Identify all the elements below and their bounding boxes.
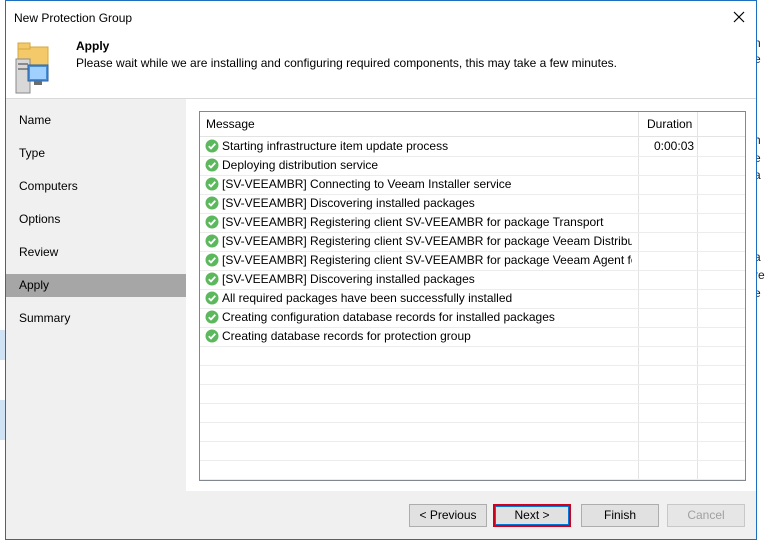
step-type[interactable]: Type [6,142,186,165]
wizard-body: Name Type Computers Options Review Apply… [6,98,756,492]
next-button[interactable]: Next > [493,504,571,527]
window-title: New Protection Group [14,11,133,25]
step-apply[interactable]: Apply [6,274,186,297]
row-message: [SV-VEEAMBR] Registering client SV-VEEAM… [222,234,632,248]
protection-group-icon [14,41,50,94]
row-message: Deploying distribution service [222,158,379,172]
table-row[interactable]: [SV-VEEAMBR] Registering client SV-VEEAM… [200,213,745,233]
wizard-footer: < Previous Next > Finish Cancel [6,491,756,539]
table-row[interactable]: [SV-VEEAMBR] Discovering installed packa… [200,194,745,214]
success-check-icon [205,253,219,267]
table-row[interactable]: Deploying distribution service [200,156,745,176]
empty-row [200,441,745,461]
row-duration: 0:00:03 [654,139,695,153]
row-message: Creating database records for protection… [222,329,471,343]
close-button[interactable] [724,5,754,31]
wizard-window: New Protection Group Apply Please wait w… [5,0,757,540]
step-review[interactable]: Review [6,241,186,264]
table-row[interactable]: [SV-VEEAMBR] Discovering installed packa… [200,270,745,290]
page-title: Apply [76,39,110,53]
table-row[interactable]: [SV-VEEAMBR] Registering client SV-VEEAM… [200,232,745,252]
page-description: Please wait while we are installing and … [76,56,617,70]
success-check-icon [205,196,219,210]
success-check-icon [205,234,219,248]
close-icon [733,11,745,23]
column-header-message[interactable]: Message [206,117,255,131]
table-row[interactable]: Creating configuration database records … [200,308,745,328]
empty-row [200,422,745,442]
table-row[interactable]: All required packages have been successf… [200,289,745,309]
row-message: All required packages have been successf… [222,291,513,305]
row-message: Starting infrastructure item update proc… [222,139,449,153]
success-check-icon [205,291,219,305]
row-message: [SV-VEEAMBR] Registering client SV-VEEAM… [222,253,632,267]
table-row[interactable]: [SV-VEEAMBR] Registering client SV-VEEAM… [200,251,745,271]
table-row[interactable]: Creating database records for protection… [200,327,745,347]
steps-sidebar: Name Type Computers Options Review Apply… [6,99,186,492]
progress-log-table[interactable]: Message Duration Starting infrastructure… [199,111,746,481]
success-check-icon [205,158,219,172]
row-message: [SV-VEEAMBR] Discovering installed packa… [222,272,475,286]
success-check-icon [205,272,219,286]
step-name[interactable]: Name [6,109,186,132]
column-header-duration[interactable]: Duration [647,117,692,131]
row-message: [SV-VEEAMBR] Registering client SV-VEEAM… [222,215,604,229]
success-check-icon [205,310,219,324]
empty-row [200,346,745,366]
success-check-icon [205,215,219,229]
empty-row [200,460,745,480]
empty-row [200,384,745,404]
row-message: [SV-VEEAMBR] Connecting to Veeam Install… [222,177,512,191]
empty-row [200,365,745,385]
previous-button[interactable]: < Previous [409,504,487,527]
table-row[interactable]: [SV-VEEAMBR] Connecting to Veeam Install… [200,175,745,195]
step-computers[interactable]: Computers [6,175,186,198]
table-header: Message Duration [200,112,745,137]
success-check-icon [205,329,219,343]
row-message: [SV-VEEAMBR] Discovering installed packa… [222,196,475,210]
cancel-button[interactable]: Cancel [667,504,745,527]
content-panel: Message Duration Starting infrastructure… [186,99,756,492]
empty-row [200,403,745,423]
wizard-header: Apply Please wait while we are installin… [6,35,756,97]
title-bar[interactable]: New Protection Group [6,1,756,35]
success-check-icon [205,177,219,191]
finish-button[interactable]: Finish [581,504,659,527]
step-summary[interactable]: Summary [6,307,186,330]
step-options[interactable]: Options [6,208,186,231]
row-message: Creating configuration database records … [222,310,555,324]
success-check-icon [205,139,219,153]
table-row[interactable]: Starting infrastructure item update proc… [200,137,745,157]
